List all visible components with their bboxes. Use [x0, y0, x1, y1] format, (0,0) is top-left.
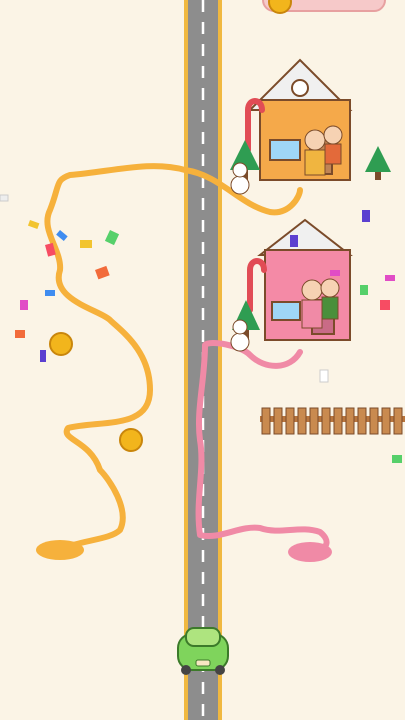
candy-cane-icon	[247, 258, 267, 313]
snowman-icon	[230, 162, 250, 195]
game-scene[interactable]	[0, 0, 405, 720]
yellow-house[interactable]	[230, 58, 391, 195]
green-car[interactable]	[177, 627, 229, 675]
christmas-tree-icon	[365, 146, 391, 180]
yellow-path-start[interactable]	[36, 540, 84, 560]
coin-icon[interactable]	[49, 332, 73, 356]
coin-icon[interactable]	[119, 428, 143, 452]
pink-path-start[interactable]	[288, 542, 332, 562]
snowman-icon	[230, 319, 250, 352]
wooden-fence	[260, 407, 405, 435]
